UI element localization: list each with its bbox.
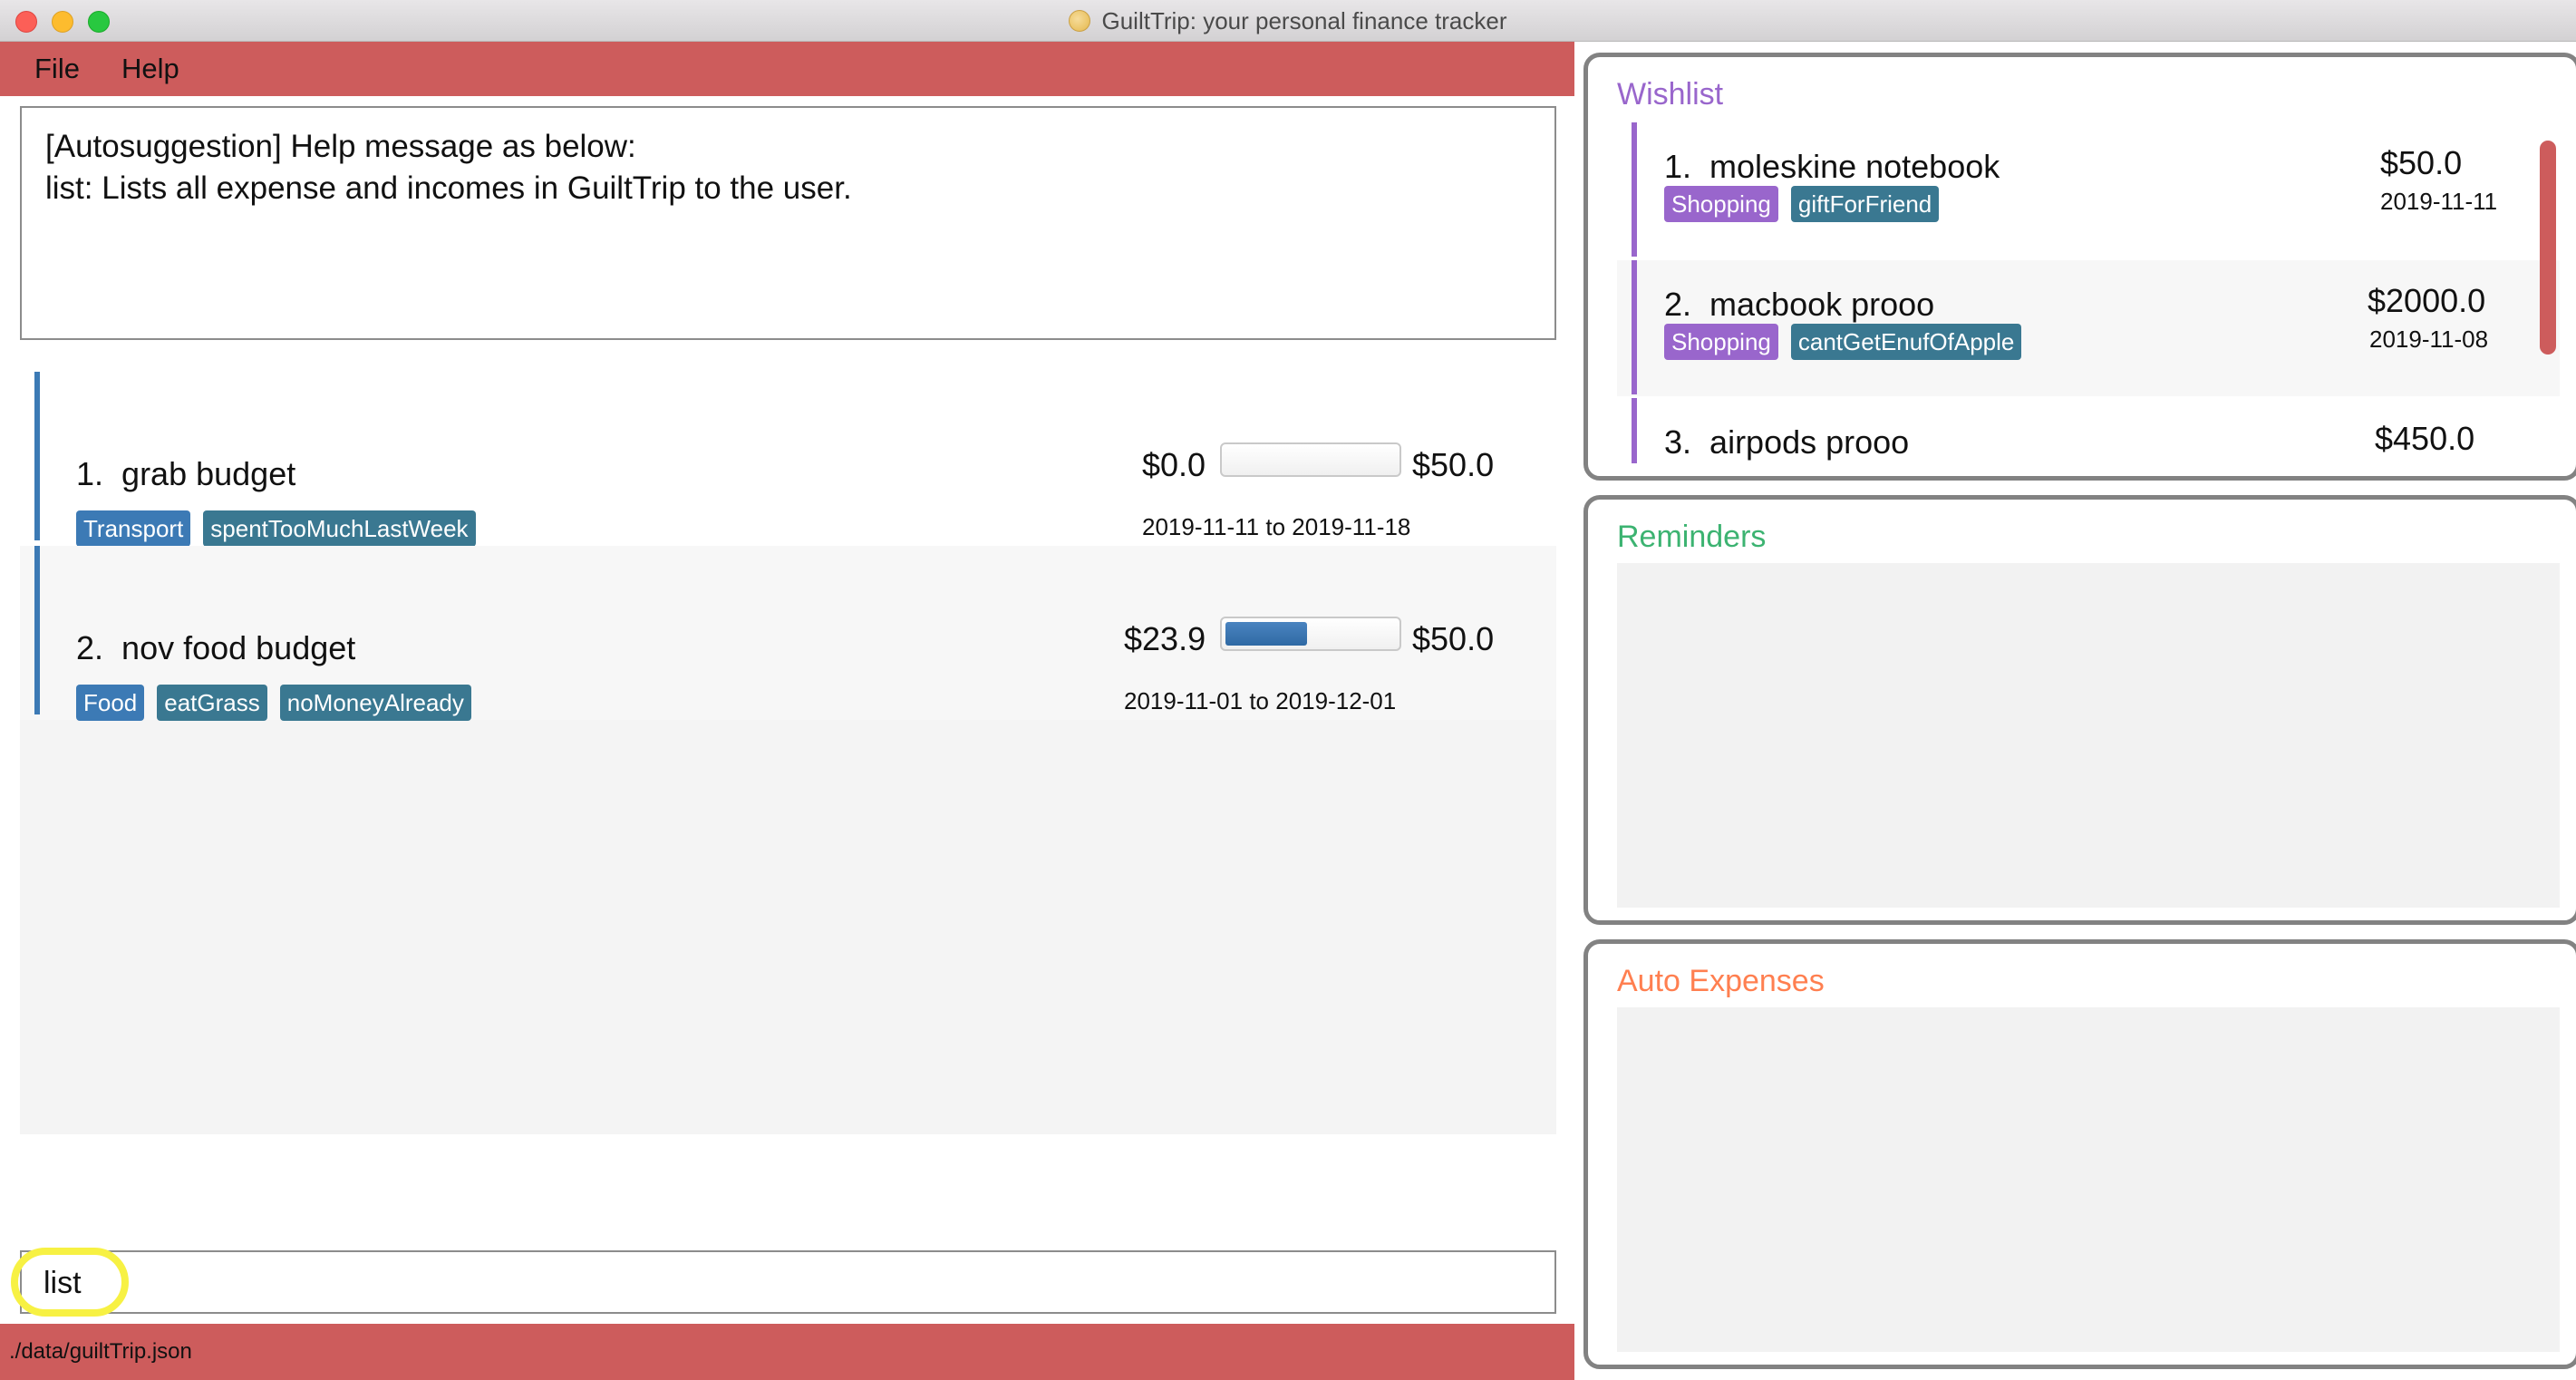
wish-card-accent (1632, 122, 1637, 257)
wishlist-panel: Wishlist 1. moleskine notebook $50.0 201… (1583, 53, 2576, 481)
wish-amount: $450.0 (2375, 420, 2475, 457)
wish-name: 1. moleskine notebook (1664, 148, 2000, 186)
budget-card[interactable]: 2. nov food budget Food eatGrass noMoney… (20, 546, 1556, 721)
save-location: ./data/guiltTrip.json (9, 1339, 192, 1364)
command-input[interactable] (44, 1263, 1530, 1303)
result-line-2: list: Lists all expense and incomes in G… (45, 170, 852, 206)
wishlist-scrollbar[interactable] (2540, 141, 2556, 355)
command-box[interactable] (20, 1250, 1556, 1314)
budget-name: 1. grab budget (76, 455, 295, 493)
wish-title: moleskine notebook (1709, 148, 2000, 185)
budget-title: nov food budget (121, 629, 356, 666)
budget-range-separator: to (1249, 687, 1269, 714)
status-bar: ./data/guiltTrip.json (0, 1324, 1574, 1380)
budget-date-range: 2019-11-11 to 2019-11-18 (1142, 513, 1410, 541)
budget-progress-bar (1220, 617, 1401, 651)
title-bar: GuiltTrip: your personal finance tracker (0, 0, 2576, 42)
budget-card-accent (34, 546, 40, 714)
wish-card-accent (1632, 260, 1637, 394)
budget-index: 2. (76, 629, 104, 666)
wish-tags: Shopping giftForFriend (1664, 186, 1940, 222)
budget-end-date: 2019-12-01 (1275, 687, 1397, 714)
wish-card[interactable]: 1. moleskine notebook $50.0 2019-11-11 S… (1617, 122, 2560, 258)
budget-range-separator: to (1265, 513, 1286, 540)
wish-date: 2019-11-08 (2369, 326, 2489, 353)
main-pane: File Help [Autosuggestion] Help message … (0, 42, 1574, 1380)
budget-tag: noMoneyAlready (279, 685, 471, 721)
reminders-panel: Reminders (1583, 495, 2576, 925)
wish-amount: $2000.0 (2368, 282, 2486, 319)
wish-index: 3. (1664, 423, 1692, 461)
budget-spent: $23.9 (1124, 620, 1206, 657)
app-window: GuiltTrip: your personal finance tracker… (0, 0, 2576, 1380)
wish-date: 2019-11-11 (2380, 188, 2498, 215)
wish-index: 1. (1664, 148, 1692, 185)
window-title-wrap: GuiltTrip: your personal finance tracker (0, 0, 2576, 42)
auto-expenses-panel: Auto Expenses (1583, 939, 2576, 1369)
category-tag: Shopping (1664, 324, 1778, 360)
wish-name: 3. airpods prooo (1664, 423, 1909, 462)
budget-limit: $50.0 (1412, 620, 1495, 657)
side-pane: Wishlist 1. moleskine notebook $50.0 201… (1574, 42, 2576, 1380)
budget-spent: $0.0 (1142, 446, 1206, 483)
wish-card[interactable]: 2. macbook prooo $2000.0 2019-11-08 Shop… (1617, 260, 2560, 396)
menu-help[interactable]: Help (121, 53, 179, 85)
budget-tag: eatGrass (157, 685, 267, 721)
budget-tag: spentTooMuchLastWeek (203, 510, 476, 547)
wish-title: macbook prooo (1709, 286, 1935, 323)
budget-tags: Food eatGrass noMoneyAlready (76, 685, 471, 721)
wish-card[interactable]: 3. airpods prooo $450.0 (1617, 398, 2560, 463)
category-tag: Shopping (1664, 186, 1778, 222)
budget-start-date: 2019-11-01 (1124, 687, 1244, 714)
budget-card[interactable]: 1. grab budget Transport spentTooMuchLas… (20, 372, 1556, 547)
budget-limit: $50.0 (1412, 446, 1495, 483)
reminders-list[interactable] (1617, 563, 2560, 908)
command-highlight-annotation (11, 1248, 129, 1317)
budget-tags: Transport spentTooMuchLastWeek (76, 510, 476, 547)
wish-tag: cantGetEnufOfApple (1790, 324, 2022, 360)
budget-index: 1. (76, 455, 104, 492)
budget-start-date: 2019-11-11 (1142, 513, 1260, 540)
wish-tag: giftForFriend (1790, 186, 1940, 222)
wish-title: airpods prooo (1709, 423, 1910, 461)
budget-progress-bar (1220, 442, 1401, 477)
wish-tags: Shopping cantGetEnufOfApple (1664, 324, 2022, 360)
menu-file[interactable]: File (34, 53, 80, 85)
wish-index: 2. (1664, 286, 1692, 323)
budget-list[interactable]: 1. grab budget Transport spentTooMuchLas… (20, 372, 1556, 1134)
category-tag: Transport (76, 510, 191, 547)
result-display: [Autosuggestion] Help message as below: … (20, 106, 1556, 340)
budget-card-accent (34, 372, 40, 540)
auto-expenses-list[interactable] (1617, 1007, 2560, 1352)
reminders-title: Reminders (1617, 520, 1767, 554)
wish-card-accent (1632, 398, 1637, 463)
wishlist-title: Wishlist (1617, 77, 1724, 112)
menu-bar: File Help (0, 42, 1574, 96)
wish-amount: $50.0 (2380, 144, 2463, 181)
budget-name: 2. nov food budget (76, 629, 355, 667)
wish-name: 2. macbook prooo (1664, 286, 1934, 324)
coin-icon (1069, 10, 1091, 32)
result-line-1: [Autosuggestion] Help message as below: (45, 129, 636, 164)
auto-expenses-title: Auto Expenses (1617, 964, 1825, 998)
budget-date-range: 2019-11-01 to 2019-12-01 (1124, 687, 1396, 715)
budget-end-date: 2019-11-18 (1292, 513, 1411, 540)
category-tag: Food (76, 685, 145, 721)
budget-title: grab budget (121, 455, 296, 492)
budget-progress-fill (1225, 622, 1307, 646)
window-title: GuiltTrip: your personal finance tracker (1101, 6, 1507, 34)
wishlist-list[interactable]: 1. moleskine notebook $50.0 2019-11-11 S… (1617, 122, 2560, 463)
